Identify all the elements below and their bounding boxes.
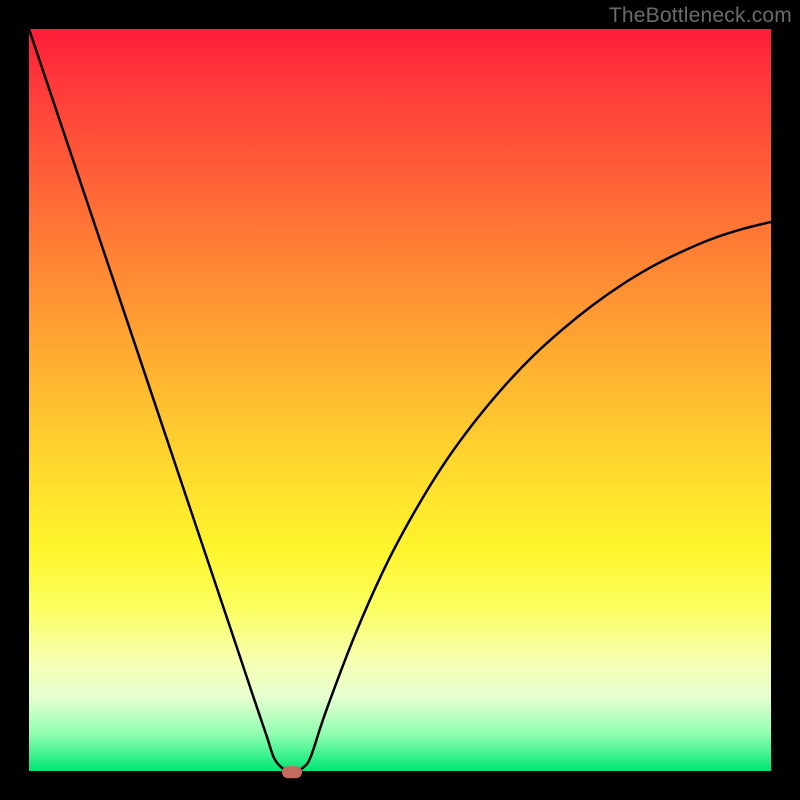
chart-frame: TheBottleneck.com <box>0 0 800 800</box>
optimal-point-marker <box>282 766 302 778</box>
plot-area <box>29 29 771 771</box>
bottleneck-curve <box>29 29 771 771</box>
watermark-text: TheBottleneck.com <box>609 4 792 28</box>
